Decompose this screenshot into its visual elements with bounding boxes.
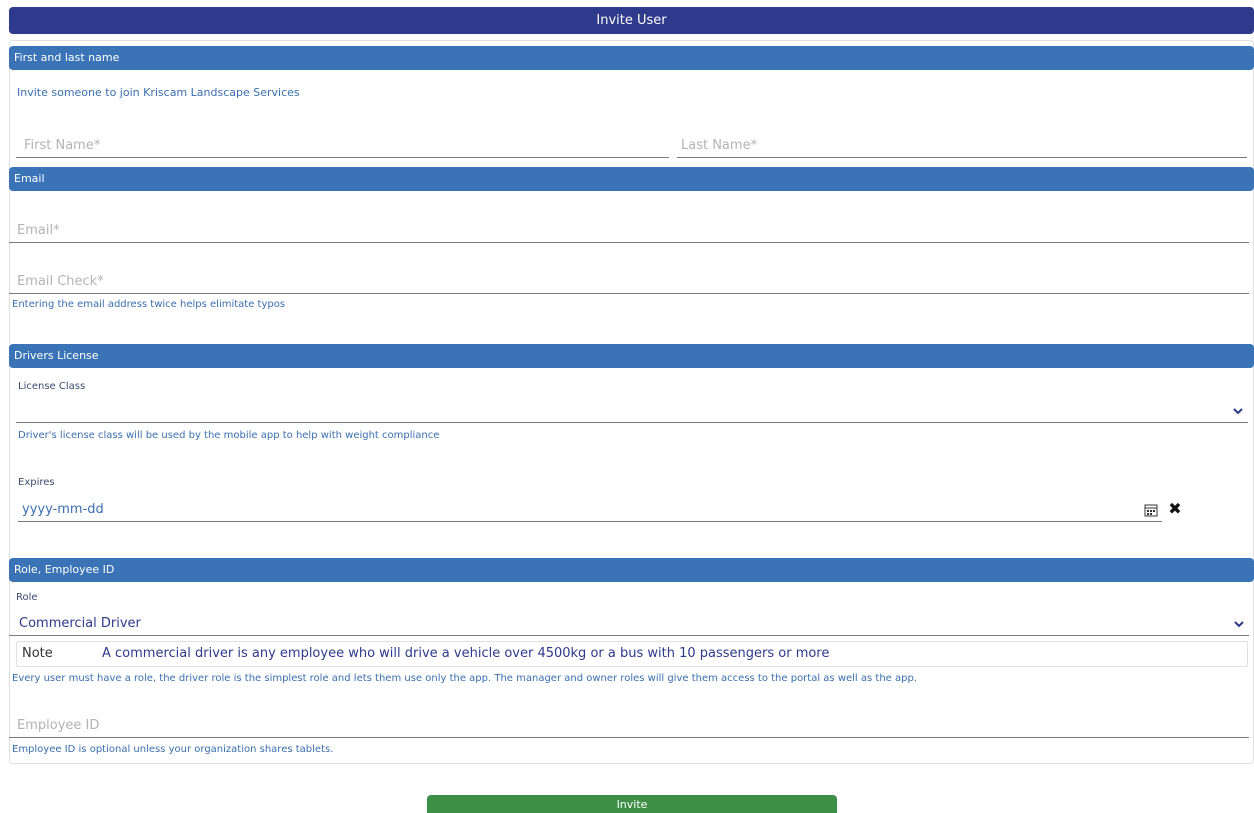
email-placeholder: Email* bbox=[17, 223, 60, 238]
employee-id-placeholder: Employee ID bbox=[17, 718, 100, 733]
section-header-email: Email bbox=[9, 167, 1254, 191]
intro-text: Invite someone to join Kriscam Landscape… bbox=[17, 86, 300, 99]
note-text: A commercial driver is any employee who … bbox=[102, 646, 830, 661]
section-header-license: Drivers License bbox=[9, 344, 1254, 368]
section-header-name: First and last name bbox=[9, 46, 1254, 70]
first-name-placeholder: First Name* bbox=[24, 138, 101, 153]
expires-label: Expires bbox=[18, 477, 55, 488]
role-helper-text: Every user must have a role, the driver … bbox=[12, 673, 917, 684]
chevron-down-icon bbox=[1234, 621, 1244, 628]
invite-user-page: Invite User First and last name Invite s… bbox=[0, 0, 1254, 813]
close-icon[interactable]: ✖ bbox=[1166, 498, 1184, 520]
first-name-field[interactable]: First Name* bbox=[16, 134, 669, 158]
role-label: Role bbox=[16, 592, 38, 603]
expires-date-input[interactable]: yyyy-mm-dd bbox=[18, 498, 1162, 522]
invite-button[interactable]: Invite bbox=[427, 795, 837, 813]
expires-placeholder: yyyy-mm-dd bbox=[22, 502, 104, 517]
note-label: Note bbox=[22, 646, 53, 661]
email-check-placeholder: Email Check* bbox=[17, 274, 104, 289]
email-field[interactable]: Email* bbox=[9, 219, 1249, 243]
last-name-placeholder: Last Name* bbox=[681, 138, 758, 153]
email-helper-text: Entering the email address twice helps e… bbox=[12, 299, 286, 310]
email-check-field[interactable]: Email Check* bbox=[9, 270, 1249, 294]
last-name-field[interactable]: Last Name* bbox=[677, 134, 1247, 158]
employee-id-field[interactable]: Employee ID bbox=[9, 714, 1249, 738]
calendar-icon[interactable] bbox=[1144, 503, 1158, 517]
section-header-role: Role, Employee ID bbox=[9, 558, 1254, 582]
chevron-down-icon bbox=[1233, 408, 1243, 415]
license-class-helper-text: Driver's license class will be used by t… bbox=[18, 430, 440, 441]
role-note: Note A commercial driver is any employee… bbox=[16, 641, 1248, 667]
role-select[interactable]: Commercial Driver bbox=[9, 612, 1249, 636]
employee-id-helper-text: Employee ID is optional unless your orga… bbox=[12, 744, 334, 755]
license-class-label: License Class bbox=[18, 381, 86, 392]
license-class-select[interactable] bbox=[16, 399, 1248, 423]
page-title: Invite User bbox=[9, 7, 1254, 34]
role-value: Commercial Driver bbox=[19, 616, 141, 631]
